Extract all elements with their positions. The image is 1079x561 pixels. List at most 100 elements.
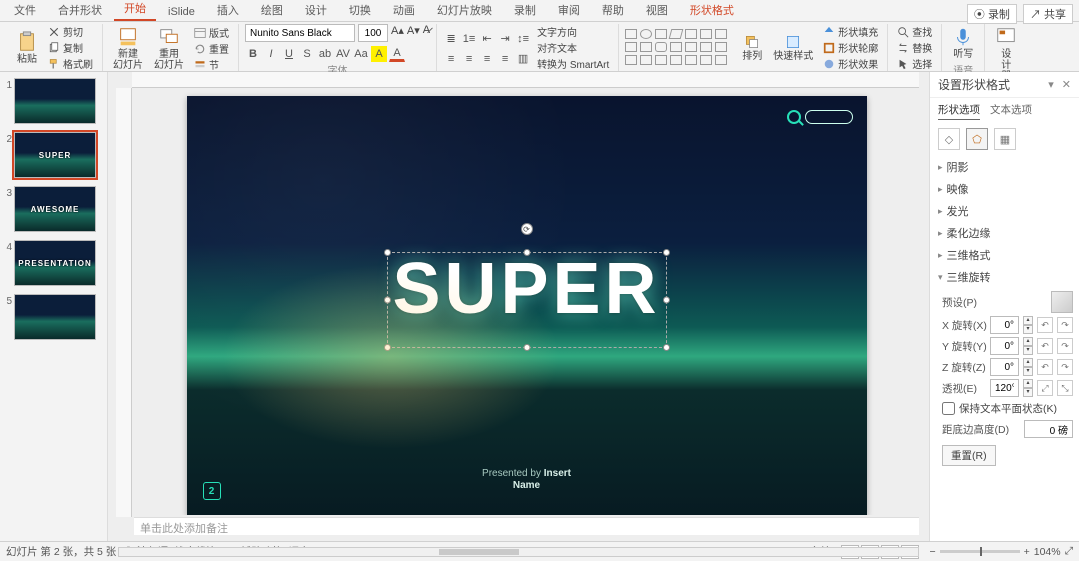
justify-button[interactable]: ≡ — [497, 51, 513, 67]
handle-n[interactable] — [523, 249, 530, 256]
replace-button[interactable]: 替换 — [894, 40, 935, 55]
canvas[interactable]: SUPER ⟳ Presented by InsertName 2 — [134, 90, 919, 515]
acc-3drotation[interactable]: 三维旋转 — [936, 266, 1073, 288]
case-button[interactable]: Aa — [353, 46, 369, 62]
copy-button[interactable]: 复制 — [45, 40, 96, 55]
format-painter-button[interactable]: 格式刷 — [45, 56, 96, 71]
handle-s[interactable] — [523, 344, 530, 351]
handle-e[interactable] — [663, 297, 670, 304]
acc-3dformat[interactable]: 三维格式 — [936, 244, 1073, 266]
align-text-button[interactable]: 对齐文本 — [534, 40, 612, 55]
xrot-up[interactable]: ▴ — [1023, 316, 1033, 325]
reset-button[interactable]: 重置 — [191, 41, 232, 56]
handle-nw[interactable] — [384, 249, 391, 256]
acc-reflect[interactable]: 映像 — [936, 178, 1073, 200]
tab-13[interactable]: 视图 — [636, 0, 678, 21]
tab-14[interactable]: 形状格式 — [680, 0, 744, 21]
tab-6[interactable]: 设计 — [295, 0, 337, 21]
size-props-icon[interactable]: ▦ — [994, 128, 1016, 150]
thumbnail[interactable]: AWESOME — [14, 186, 96, 232]
thumbnail[interactable] — [14, 294, 96, 340]
xrot-input[interactable] — [990, 316, 1019, 334]
zrot-input[interactable] — [990, 358, 1019, 376]
effects-icon[interactable]: ⬠ — [966, 128, 988, 150]
section-button[interactable]: 节 — [191, 57, 232, 72]
yrot-input[interactable] — [990, 337, 1019, 355]
shape-gallery[interactable] — [625, 29, 735, 67]
paste-button[interactable]: 粘贴 — [12, 29, 42, 67]
handle-sw[interactable] — [384, 344, 391, 351]
font-size-input[interactable] — [358, 24, 388, 42]
shape-fill-button[interactable]: 形状填充 — [820, 24, 881, 39]
zrot-left-icon[interactable]: ↶ — [1037, 359, 1053, 375]
notes-pane[interactable]: 单击此处添加备注 — [134, 517, 919, 535]
tab-shape-options[interactable]: 形状选项 — [938, 102, 980, 120]
handle-se[interactable] — [663, 344, 670, 351]
zoom-out-button[interactable]: − — [929, 546, 935, 558]
tab-1[interactable]: 合并形状 — [48, 0, 112, 21]
yrot-up[interactable]: ▴ — [1023, 337, 1033, 346]
indent-inc-button[interactable]: ⇥ — [497, 31, 513, 47]
shape-effects-button[interactable]: 形状效果 — [820, 56, 881, 71]
reuse-slide-button[interactable]: 重用 幻灯片 — [150, 24, 188, 73]
acc-soft[interactable]: 柔化边缘 — [936, 222, 1073, 244]
find-button[interactable]: 查找 — [894, 24, 935, 39]
dist-input[interactable] — [1024, 420, 1073, 438]
font-name-input[interactable] — [245, 24, 355, 42]
font-color-button[interactable]: A — [389, 46, 405, 62]
thumbnail[interactable]: PRESENTATION — [14, 240, 96, 286]
yrot-right-icon[interactable]: ↷ — [1057, 338, 1073, 354]
preset-swatch[interactable] — [1051, 291, 1073, 313]
yrot-left-icon[interactable]: ↶ — [1037, 338, 1053, 354]
dictate-button[interactable]: 听写 — [948, 24, 978, 62]
tab-3[interactable]: iSlide — [158, 3, 205, 21]
align-left-button[interactable]: ≡ — [443, 51, 459, 67]
underline-button[interactable]: U — [281, 46, 297, 62]
strike-button[interactable]: S — [299, 46, 315, 62]
rotate-handle[interactable]: ⟳ — [521, 223, 533, 235]
shadow-button[interactable]: ab — [317, 46, 333, 62]
zrot-up[interactable]: ▴ — [1023, 358, 1033, 367]
record-button[interactable]: ⦿ 录制 — [967, 4, 1017, 24]
xrot-left-icon[interactable]: ↶ — [1037, 317, 1053, 333]
slide[interactable]: SUPER ⟳ Presented by InsertName 2 — [187, 96, 867, 515]
fill-line-icon[interactable]: ◇ — [938, 128, 960, 150]
align-right-button[interactable]: ≡ — [479, 51, 495, 67]
bullets-button[interactable]: ≣ — [443, 31, 459, 47]
select-button[interactable]: 选择 — [894, 56, 935, 71]
persp-down[interactable]: ▾ — [1023, 388, 1033, 397]
layout-button[interactable]: 版式 — [191, 25, 232, 40]
italic-button[interactable]: I — [263, 46, 279, 62]
acc-shadow[interactable]: 阴影 — [936, 156, 1073, 178]
persp-up[interactable]: ▴ — [1023, 379, 1033, 388]
share-button[interactable]: ↗ 共享 — [1023, 4, 1073, 24]
zrot-right-icon[interactable]: ↷ — [1057, 359, 1073, 375]
zoom-slider[interactable] — [940, 550, 1020, 553]
handle-ne[interactable] — [663, 249, 670, 256]
yrot-down[interactable]: ▾ — [1023, 346, 1033, 355]
tab-8[interactable]: 动画 — [383, 0, 425, 21]
numbering-button[interactable]: 1≡ — [461, 31, 477, 47]
selection-box[interactable]: ⟳ — [387, 252, 667, 348]
h-scrollbar[interactable] — [118, 547, 919, 559]
smartart-button[interactable]: 转换为 SmartArt — [534, 56, 612, 71]
zoom-in-button[interactable]: + — [1024, 546, 1030, 558]
persp-wide-icon[interactable]: ⤡ — [1057, 380, 1073, 396]
keep-flat-checkbox[interactable] — [942, 402, 955, 415]
arrange-button[interactable]: 排列 — [738, 32, 766, 64]
pane-close-icon[interactable]: ✕ — [1062, 78, 1071, 91]
align-center-button[interactable]: ≡ — [461, 51, 477, 67]
slide-title[interactable]: SUPER — [392, 248, 660, 330]
zrot-down[interactable]: ▾ — [1023, 367, 1033, 376]
tab-12[interactable]: 帮助 — [592, 0, 634, 21]
tab-9[interactable]: 幻灯片放映 — [427, 0, 502, 21]
tab-10[interactable]: 录制 — [504, 0, 546, 21]
highlight-button[interactable]: A — [371, 46, 387, 62]
handle-w[interactable] — [384, 297, 391, 304]
spacing-button[interactable]: AV — [335, 46, 351, 62]
text-direction-button[interactable]: 文字方向 — [534, 24, 612, 39]
indent-dec-button[interactable]: ⇤ — [479, 31, 495, 47]
thumbnail[interactable]: SUPER — [14, 132, 96, 178]
quickstyle-button[interactable]: 快速样式 — [769, 32, 817, 64]
tab-11[interactable]: 审阅 — [548, 0, 590, 21]
